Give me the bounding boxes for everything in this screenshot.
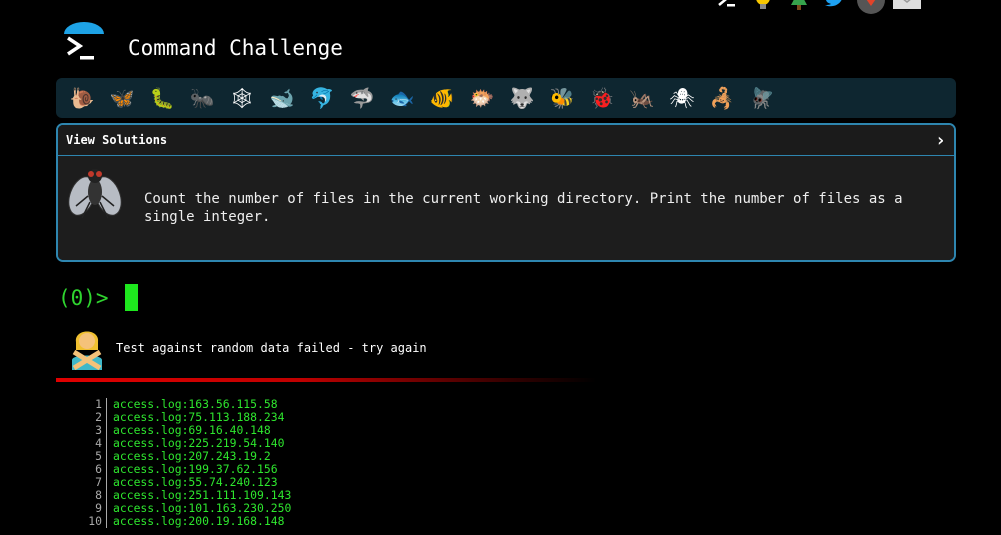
gitlab-icon[interactable] bbox=[856, 0, 886, 14]
line-number: 2 bbox=[80, 411, 107, 424]
text-cursor[interactable] bbox=[124, 284, 138, 311]
challenge-panel: View Solutions › Count the number of fil… bbox=[56, 123, 956, 262]
level-bee-icon[interactable]: 🐝 bbox=[542, 80, 582, 116]
level-wolf-icon[interactable]: 🐺 bbox=[502, 80, 542, 116]
level-spider-web-icon[interactable]: 🕸 bbox=[222, 80, 262, 116]
level-cricket-icon[interactable]: 🦗 bbox=[622, 80, 662, 116]
top-icon-bar bbox=[712, 0, 922, 14]
challenge-description: Count the number of files in the current… bbox=[144, 191, 903, 225]
mail-icon[interactable] bbox=[892, 0, 922, 12]
level-ant-icon[interactable]: 🐜 bbox=[182, 80, 222, 116]
level-blowfish-icon[interactable]: 🐡 bbox=[462, 80, 502, 116]
line-number: 3 bbox=[80, 424, 107, 437]
command-prompt[interactable]: (0)> bbox=[58, 284, 138, 311]
line-number: 4 bbox=[80, 437, 107, 450]
level-whale-icon[interactable]: 🐋 bbox=[262, 80, 302, 116]
page-title: Command Challenge bbox=[128, 36, 343, 60]
output-line: 10 access.log:200.19.168.148 bbox=[80, 515, 291, 528]
result-message: Test against random data failed - try ag… bbox=[68, 326, 427, 371]
level-tropical-fish-icon[interactable]: 🐠 bbox=[422, 80, 462, 116]
tree-icon[interactable] bbox=[784, 0, 814, 12]
line-number: 6 bbox=[80, 463, 107, 476]
person-gesturing-no-icon bbox=[68, 326, 106, 371]
challenge-body: Count the number of files in the current… bbox=[58, 156, 954, 260]
line-number: 8 bbox=[80, 489, 107, 502]
line-number: 5 bbox=[80, 450, 107, 463]
level-dolphin-icon[interactable]: 🐬 bbox=[302, 80, 342, 116]
command-output: 1 access.log:163.56.115.58 2 access.log:75.… bbox=[80, 398, 291, 528]
level-spider-icon[interactable]: 🕷 bbox=[662, 80, 702, 116]
line-number: 7 bbox=[80, 476, 107, 489]
line-number: 10 bbox=[80, 515, 107, 528]
level-snail-icon[interactable]: 🐌 bbox=[62, 80, 102, 116]
chevron-right-icon[interactable]: › bbox=[935, 130, 946, 151]
level-ladybug-icon[interactable]: 🐞 bbox=[582, 80, 622, 116]
level-shark-icon[interactable]: 🦈 bbox=[342, 80, 382, 116]
bulb-icon[interactable] bbox=[748, 0, 778, 12]
fly-icon bbox=[68, 166, 122, 222]
level-butterfly-icon[interactable]: 🦋 bbox=[102, 80, 142, 116]
error-divider bbox=[56, 378, 596, 382]
prompt-label: (0)> bbox=[58, 285, 109, 310]
twitter-icon[interactable] bbox=[820, 0, 850, 12]
level-fly-icon[interactable]: 🪰 bbox=[742, 80, 782, 116]
level-scorpion-icon[interactable]: 🦂 bbox=[702, 80, 742, 116]
view-solutions-label: View Solutions bbox=[66, 133, 168, 147]
site-logo-icon[interactable] bbox=[62, 22, 108, 66]
level-selector-bar: 🐌 🦋 🐛 🐜 🕸 🐋 🐬 🦈 🐟 🐠 🐡 🐺 🐝 🐞 🦗 🕷 🦂 🪰 bbox=[56, 78, 956, 118]
line-text: access.log:200.19.168.148 bbox=[113, 514, 285, 528]
level-fish-icon[interactable]: 🐟 bbox=[382, 80, 422, 116]
terminal-icon[interactable] bbox=[712, 0, 742, 12]
line-number: 1 bbox=[80, 398, 107, 411]
level-caterpillar-icon[interactable]: 🐛 bbox=[142, 80, 182, 116]
result-message-text: Test against random data failed - try ag… bbox=[116, 341, 427, 355]
view-solutions-toggle[interactable]: View Solutions › bbox=[58, 125, 954, 156]
